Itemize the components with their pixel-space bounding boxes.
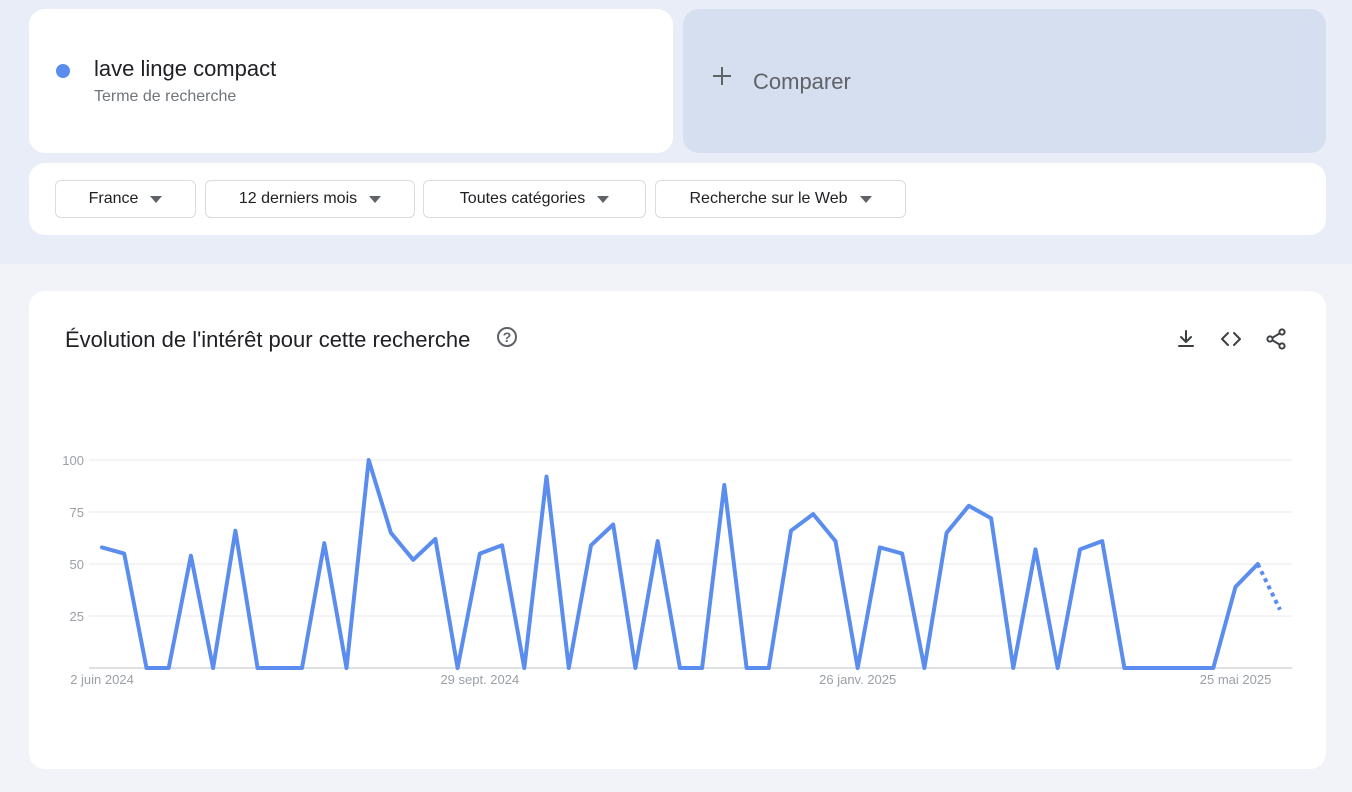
filter-category-label: Toutes catégories: [459, 190, 586, 207]
series-line-partial[interactable]: [1255, 563, 1282, 611]
filter-time-range[interactable]: 12 derniers mois: [205, 180, 415, 218]
y-tick-label: 50: [70, 557, 84, 572]
filter-region[interactable]: France: [55, 180, 196, 218]
chart-y-tick-labels: 25 50 75 100: [62, 453, 84, 624]
interest-line-chart: 25 50 75 100 2 juin 2024 29 sept. 2024 26 jan…: [62, 453, 1292, 687]
y-tick-label: 25: [70, 609, 84, 624]
x-tick-label: 25 mai 2025: [1200, 672, 1272, 687]
search-term-card[interactable]: lave linge compact Terme de recherche: [29, 9, 673, 153]
x-tick-label: 26 janv. 2025: [819, 672, 896, 687]
compare-label: Comparer: [753, 69, 851, 94]
chart-x-tick-labels: 2 juin 2024 29 sept. 2024 26 janv. 2025 25 …: [70, 672, 1271, 687]
chevron-down-icon: [369, 195, 382, 203]
compare-button[interactable]: Comparer: [683, 9, 1326, 153]
chevron-down-icon: [150, 195, 163, 203]
filter-time-range-label: 12 derniers mois: [238, 190, 358, 207]
x-tick-label: 29 sept. 2024: [440, 672, 519, 687]
chevron-down-icon: [859, 195, 872, 203]
search-term-type: Terme de recherche: [94, 88, 237, 105]
plus-icon: [713, 67, 731, 85]
search-term-title[interactable]: lave linge compact: [94, 56, 276, 82]
filter-search-type[interactable]: Recherche sur le Web: [655, 180, 906, 218]
chevron-down-icon: [597, 195, 610, 203]
filter-category[interactable]: Toutes catégories: [423, 180, 646, 218]
filters-bar: France 12 derniers mois Toutes catégorie…: [29, 163, 1326, 235]
filter-region-label: France: [88, 190, 139, 207]
y-tick-label: 100: [62, 453, 84, 468]
chart-gridlines: [89, 459, 1292, 669]
filter-search-type-label: Recherche sur le Web: [689, 190, 848, 207]
term-color-dot: [56, 64, 70, 78]
y-tick-label: 75: [70, 505, 84, 520]
interest-over-time-card: Évolution de l'intérêt pour cette recher…: [29, 291, 1326, 769]
x-tick-label: 2 juin 2024: [70, 672, 134, 687]
